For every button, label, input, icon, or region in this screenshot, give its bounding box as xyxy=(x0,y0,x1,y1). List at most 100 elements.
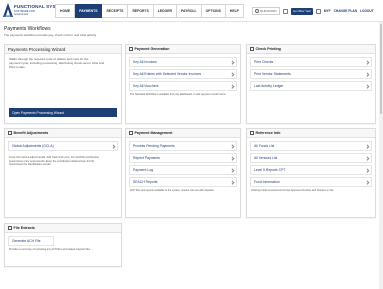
link-last-activity-ledger[interactable]: Last Activity Ledger xyxy=(250,81,372,91)
link-label: All Funds List xyxy=(254,144,275,148)
logout-link[interactable]: LOGOUT xyxy=(360,9,374,13)
tab-payments[interactable]: PAYMENTS xyxy=(75,4,103,18)
benefit-description: Imme from GCLA adjust benefit. Add Cash … xyxy=(5,153,121,167)
link-payment-log[interactable]: Payment Log xyxy=(129,165,237,175)
reference-info-title: Reference Info xyxy=(255,131,281,135)
chevron-right-icon xyxy=(229,168,234,172)
reference-info-header: Reference Info xyxy=(247,129,375,138)
tab-home[interactable]: HOME xyxy=(55,4,76,18)
benefit-desc-line: Gummisson the identification screen. xyxy=(9,163,52,167)
scrollbar-thumb[interactable] xyxy=(380,24,382,114)
chevron-right-icon xyxy=(364,60,369,64)
tab-reports[interactable]: REPORTS xyxy=(128,4,154,18)
quickfind-label: QUICKFIND xyxy=(260,9,277,13)
user-initials[interactable]: MYF xyxy=(324,9,331,13)
wizard-desc-line: Pilot modes. xyxy=(9,65,26,70)
tab-options[interactable]: OPTIONS xyxy=(201,4,226,18)
link-label: Reprint Payments xyxy=(133,156,160,160)
tab-payroll[interactable]: PAYROLL xyxy=(176,4,202,18)
change-plan-link[interactable]: CHANGE PLAN xyxy=(334,9,357,13)
open-wizard-button[interactable]: Open Payments Processing Wizard xyxy=(9,108,117,117)
tab-ledger[interactable]: LEDGER xyxy=(153,4,177,18)
payment-management-title: Payment Management xyxy=(134,131,173,135)
logo-mark-icon xyxy=(3,3,13,17)
chevron-right-icon xyxy=(229,72,234,76)
payment-management-links: Process Pending Payments Reprint Payment… xyxy=(126,138,240,187)
wizard-description: Walks through the required cycle of util… xyxy=(5,54,121,70)
other-year-button[interactable]: Go Other Year xyxy=(291,7,313,15)
page-subtitle: The payments workflow provides pay, chec… xyxy=(4,33,97,37)
page-title: Payments Workflows xyxy=(4,26,51,32)
link-key-all-invoices[interactable]: Key All Invoices xyxy=(129,57,237,67)
file-extracts-header: File Extracts xyxy=(5,224,121,233)
link-label: All Vendors List xyxy=(254,156,278,160)
info-icon xyxy=(250,131,254,135)
check-printing-title: Check Printing xyxy=(255,47,281,51)
link-print-vendor-statements[interactable]: Print Vendor Statements xyxy=(250,69,372,79)
link-generate-ach-file[interactable]: Generate ACH File xyxy=(8,236,54,246)
app-logo[interactable]: FUNCTIONAL SYSTEMS SOFTWARE FOR Governme… xyxy=(3,2,69,20)
link-fund-information[interactable]: Fund Information xyxy=(250,177,372,187)
reference-info-links: All Funds List All Vendors List Level 5 … xyxy=(247,138,375,187)
calendar-icon[interactable] xyxy=(283,8,288,14)
user-icon[interactable] xyxy=(315,8,321,14)
link-label: Global Adjustments (GCLA) xyxy=(12,144,54,148)
adjust-icon xyxy=(8,131,12,135)
link-label: Generate ACH File xyxy=(12,239,41,243)
payment-generation-note: The Standard Workflow is available from … xyxy=(130,93,227,96)
link-all-vendors-list[interactable]: All Vendors List xyxy=(250,153,372,163)
payment-generation-links: Key All Invoices Key All Entries with Se… xyxy=(126,54,240,91)
link-seach-reports[interactable]: SEACH Reports xyxy=(129,177,237,187)
link-reprint-payments[interactable]: Reprint Payments xyxy=(129,153,237,163)
payment-generation-header: Payment Generation xyxy=(126,45,240,54)
file-extracts-links: Generate ACH File xyxy=(5,233,121,246)
link-process-pending[interactable]: Process Pending Payments xyxy=(129,141,237,151)
payment-management-header: Payment Management xyxy=(126,129,240,138)
file-extracts-title: File Extracts xyxy=(13,226,35,230)
link-label: Level 5 Reports CPT xyxy=(254,168,286,172)
chevron-right-icon xyxy=(110,144,115,148)
chevron-right-icon xyxy=(364,168,369,172)
payment-generation-panel: Payment Generation Key All Invoices Key … xyxy=(125,44,241,124)
payment-management-panel: Payment Management Process Pending Payme… xyxy=(125,128,241,218)
top-bar: FUNCTIONAL SYSTEMS SOFTWARE FOR Governme… xyxy=(0,0,383,22)
payment-generation-title: Payment Generation xyxy=(134,47,170,51)
wizard-panel-title: Payments Processing Wizard xyxy=(8,46,66,52)
link-label: Process Pending Payments xyxy=(133,144,175,148)
header-tools: QUICKFIND Go Other Year MYF CHANGE PLAN … xyxy=(252,6,374,16)
link-global-adjustments[interactable]: Global Adjustments (GCLA) xyxy=(8,141,118,151)
chevron-right-icon xyxy=(229,180,234,184)
link-print-checks[interactable]: Print Checks xyxy=(250,57,372,67)
folder-icon xyxy=(129,131,133,135)
link-label: Fund Information xyxy=(254,180,280,184)
benefit-adjustments-title: Benefit Adjustments xyxy=(13,131,49,135)
link-level-5-reports[interactable]: Level 5 Reports CPT xyxy=(250,165,372,175)
chevron-right-icon xyxy=(364,84,369,88)
chevron-right-icon xyxy=(364,144,369,148)
wizard-panel: Payments Processing Wizard Walks through… xyxy=(4,44,122,124)
tab-help[interactable]: HELP xyxy=(225,4,244,18)
chevron-right-icon xyxy=(364,156,369,160)
chevron-right-icon xyxy=(229,84,234,88)
link-label: Key All Invoices xyxy=(133,60,157,64)
tab-receipts[interactable]: RECEIPTS xyxy=(102,4,129,18)
file-extracts-note: Provides a summary of extracting any ACH… xyxy=(9,248,91,251)
file-icon xyxy=(8,226,12,230)
link-key-selected-vendor[interactable]: Key All Entries with Selected Vendor Inv… xyxy=(129,69,237,79)
quickfind-search[interactable]: QUICKFIND xyxy=(252,7,280,15)
benefit-adjustments-panel: Benefit Adjustments Global Adjustments (… xyxy=(4,128,122,218)
file-extracts-panel: File Extracts Generate ACH File Provides… xyxy=(4,223,122,267)
check-printing-panel: Check Printing Print Checks Print Vendor… xyxy=(246,44,376,124)
benefit-links: Global Adjustments (GCLA) xyxy=(5,138,121,151)
logo-subtitle-line-2: Government xyxy=(14,13,29,16)
check-printing-header: Check Printing xyxy=(247,45,375,54)
link-label: Key All Entries with Selected Vendor Inv… xyxy=(133,72,202,76)
link-all-funds-list[interactable]: All Funds List xyxy=(250,141,372,151)
wizard-panel-header: Payments Processing Wizard xyxy=(5,45,121,54)
link-key-all-vouchers[interactable]: Key All Vouchers xyxy=(129,81,237,91)
main-nav: HOME PAYMENTS RECEIPTS REPORTS LEDGER PA… xyxy=(55,4,244,18)
reference-info-note: Clicking Funds-Investments list has Appr… xyxy=(251,189,335,192)
link-label: SEACH Reports xyxy=(133,180,158,184)
link-label: Print Vendor Statements xyxy=(254,72,291,76)
chevron-right-icon xyxy=(364,180,369,184)
